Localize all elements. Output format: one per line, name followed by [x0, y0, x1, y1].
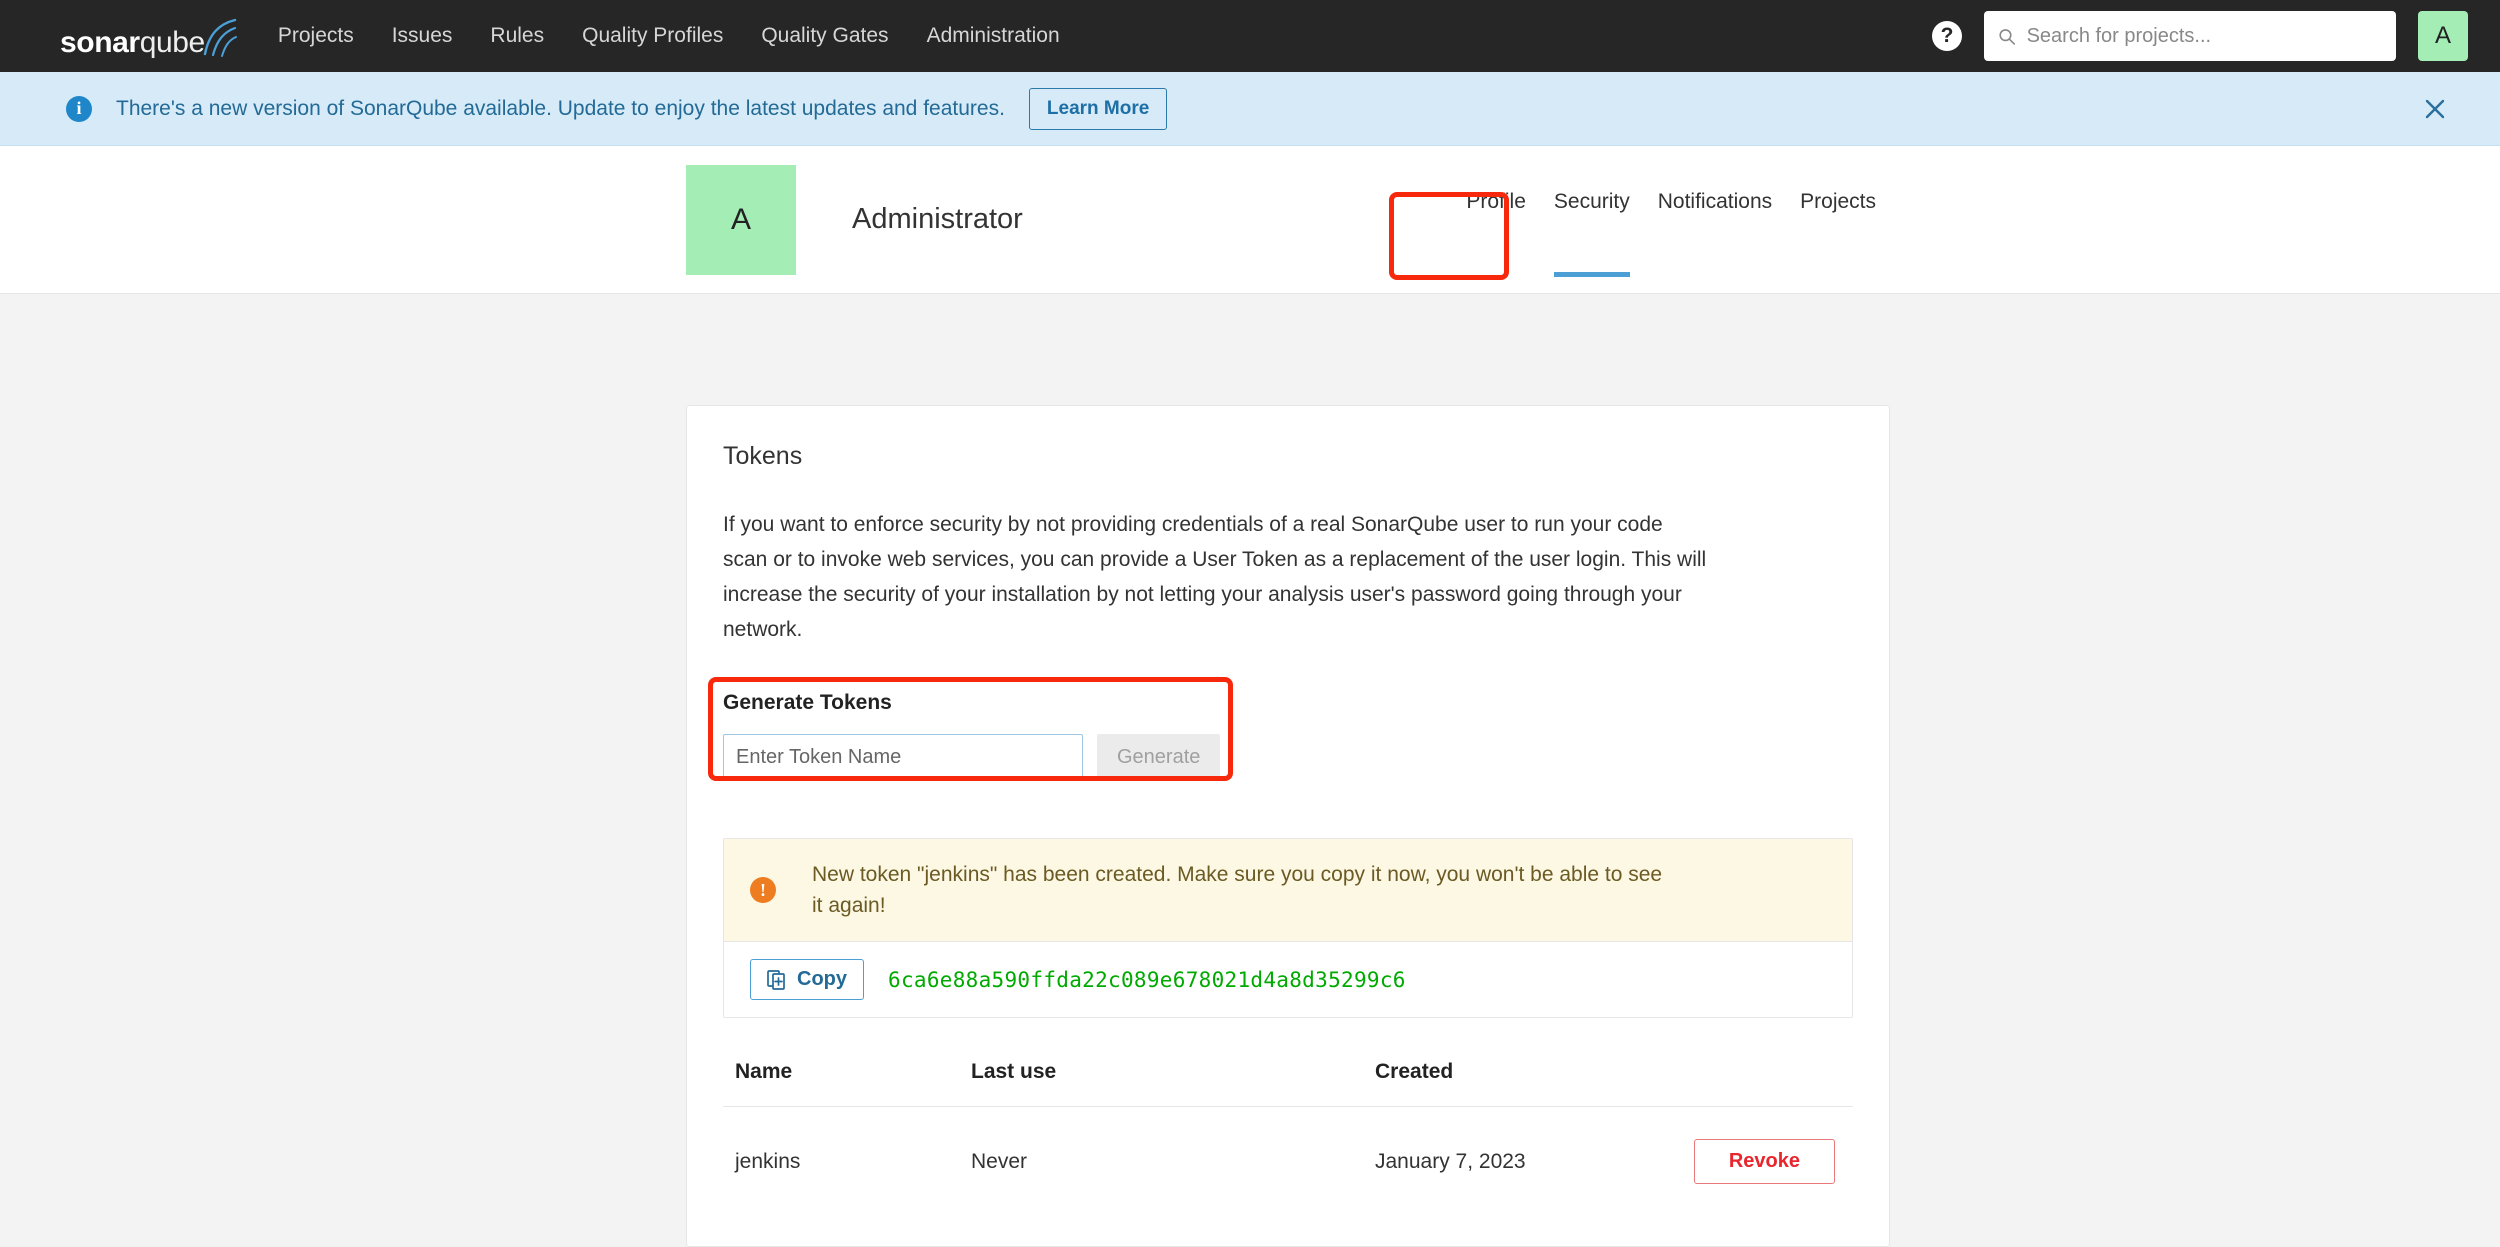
warning-icon: !: [750, 877, 776, 903]
tokens-table-header-row: Name Last use Created: [723, 1060, 1853, 1107]
clipboard-icon: [767, 970, 785, 990]
generate-tokens-title: Generate Tokens: [723, 691, 892, 714]
help-icon[interactable]: ?: [1932, 21, 1962, 51]
sonarqube-logo-text: sonarqube: [60, 28, 205, 58]
tokens-table-head: Name Last use Created: [723, 1060, 1853, 1107]
tab-profile[interactable]: Profile: [1452, 190, 1540, 293]
page-title: Administrator: [852, 203, 1023, 235]
revoke-button[interactable]: Revoke: [1693, 1139, 1835, 1184]
cell-created: January 7, 2023: [1375, 1149, 1526, 1173]
tokens-table: Name Last use Created jenkins Never Janu…: [723, 1060, 1853, 1198]
sonarqube-wave-icon: [203, 18, 237, 57]
nav-item-projects[interactable]: Projects: [259, 0, 373, 72]
tab-projects[interactable]: Projects: [1786, 190, 1890, 293]
nav-item-rules[interactable]: Rules: [471, 0, 563, 72]
navbar-avatar[interactable]: A: [2418, 11, 2468, 61]
generate-tokens-row: Generate: [723, 734, 1243, 780]
header-last-use: Last use: [971, 1060, 1361, 1107]
top-navbar: sonarqube Projects Issues Rules Quality …: [0, 0, 2500, 72]
search-icon: [1999, 28, 2016, 45]
search-box[interactable]: [1984, 11, 2396, 61]
tokens-card-title: Tokens: [723, 442, 803, 470]
tab-notifications[interactable]: Notifications: [1644, 190, 1786, 293]
search-input[interactable]: [2026, 24, 2382, 48]
new-token-alert-message: New token "jenkins" has been created. Ma…: [812, 863, 1663, 917]
profile-tabs: Profile Security Notifications Projects: [1452, 146, 1890, 293]
table-row: jenkins Never January 7, 2023 Revoke: [723, 1107, 1853, 1199]
avatar: A: [686, 164, 796, 275]
token-value: 6ca6e88a590ffda22c089e678021d4a8d35299c6: [888, 967, 1406, 992]
token-name-input[interactable]: [723, 734, 1083, 780]
main-navigation: Projects Issues Rules Quality Profiles Q…: [259, 0, 1079, 72]
cell-action: Revoke: [1691, 1107, 1853, 1199]
generate-button[interactable]: Generate: [1097, 734, 1221, 780]
tokens-card-description: If you want to enforce security by not p…: [723, 513, 1707, 641]
cell-token-name: jenkins: [735, 1149, 801, 1173]
nav-item-issues[interactable]: Issues: [373, 0, 472, 72]
navbar-right-group: ? A: [1932, 11, 2468, 61]
tab-security[interactable]: Security: [1540, 190, 1644, 293]
nav-item-administration[interactable]: Administration: [908, 0, 1079, 72]
new-token-alert-wrapper: ! New token "jenkins" has been created. …: [723, 838, 1853, 1018]
new-token-alert: ! New token "jenkins" has been created. …: [724, 839, 1852, 942]
cell-last-use: Never: [971, 1149, 1028, 1173]
learn-more-button[interactable]: Learn More: [1028, 87, 1168, 130]
profile-header: A Administrator Profile Security Notific…: [0, 146, 2500, 294]
banner-message: There's a new version of SonarQube avail…: [116, 96, 1005, 120]
copy-button-label: Copy: [797, 968, 847, 990]
header-name: Name: [723, 1060, 971, 1107]
token-value-row: Copy 6ca6e88a590ffda22c089e678021d4a8d35…: [724, 942, 1852, 1017]
info-icon: i: [66, 95, 92, 122]
sonarqube-logo[interactable]: sonarqube: [60, 16, 237, 58]
tokens-table-body: jenkins Never January 7, 2023 Revoke: [723, 1107, 1853, 1199]
copy-button[interactable]: Copy: [750, 959, 864, 1000]
nav-item-quality-profiles[interactable]: Quality Profiles: [563, 0, 742, 72]
header-created: Created: [1361, 1060, 1691, 1107]
tokens-card: Tokens If you want to enforce security b…: [686, 405, 1890, 1247]
close-icon[interactable]: [2420, 94, 2450, 124]
generate-tokens-section: Generate Tokens Generate: [713, 681, 1243, 794]
update-banner: i There's a new version of SonarQube ava…: [0, 72, 2500, 146]
logo-light-text: qube: [139, 26, 206, 59]
nav-item-quality-gates[interactable]: Quality Gates: [742, 0, 907, 72]
logo-bold-text: sonar: [60, 26, 140, 59]
header-action: [1691, 1060, 1853, 1107]
